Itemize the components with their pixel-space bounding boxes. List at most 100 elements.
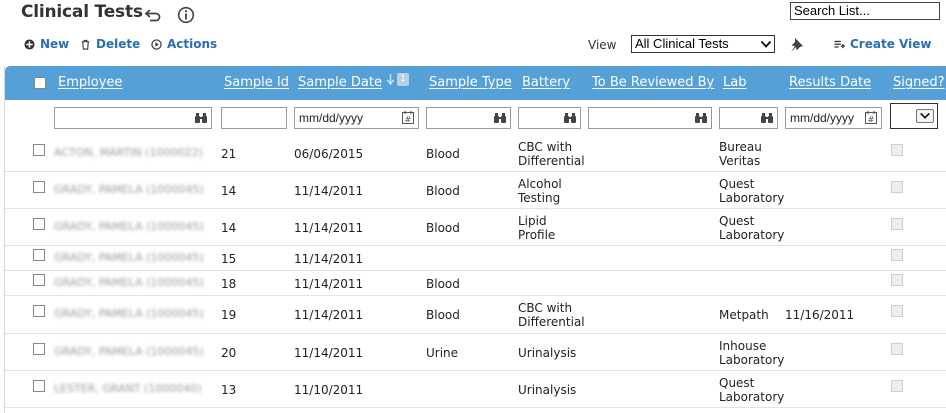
plus-circle-icon xyxy=(24,38,35,50)
battery-cell-line2: Differential xyxy=(518,153,585,168)
signed-checkbox xyxy=(891,342,903,355)
chevron-down-icon xyxy=(760,40,772,48)
dropdown-arrow xyxy=(916,109,934,123)
sort-priority-badge: 1 xyxy=(397,73,409,86)
battery-filter[interactable] xyxy=(518,107,581,129)
binoculars-icon[interactable] xyxy=(760,112,774,124)
filter-row: mm/dd/yyyy # mm/dd/yyyy # xyxy=(5,100,946,135)
sample-date-cell: 11/14/2011 xyxy=(294,251,364,266)
list-add-icon xyxy=(834,40,845,48)
delete-label: Delete xyxy=(96,37,141,51)
row-checkbox[interactable] xyxy=(33,248,45,261)
table-row[interactable]: GRADY, PAMELA (1000045) 15 11/14/2011 xyxy=(5,246,946,271)
employee-name[interactable]: GRADY, PAMELA (1000045) xyxy=(54,276,204,290)
info-icon[interactable] xyxy=(177,6,195,24)
new-button[interactable]: New xyxy=(24,37,69,51)
employee-filter[interactable] xyxy=(54,107,212,129)
page-title: Clinical Tests xyxy=(21,2,143,22)
lab-cell: Metpath xyxy=(719,308,769,322)
signed-checkbox xyxy=(891,143,903,156)
lab-cell: Inhouse xyxy=(719,338,767,353)
sample-type-filter[interactable] xyxy=(426,107,511,129)
create-view-button[interactable]: Create View xyxy=(834,37,931,51)
sample-date-cell: 11/10/2011 xyxy=(294,382,364,397)
row-checkbox[interactable] xyxy=(33,379,45,392)
row-checkbox[interactable] xyxy=(33,342,45,355)
lab-filter[interactable] xyxy=(719,107,778,129)
battery-cell: CBC with xyxy=(518,301,573,315)
employee-name[interactable]: GRADY, PAMELA (1000045) xyxy=(54,183,204,197)
row-checkbox[interactable] xyxy=(33,180,45,193)
sample-type-cell: Urine xyxy=(426,345,459,360)
select-all-checkbox[interactable] xyxy=(34,77,46,89)
table-row[interactable]: ACTON, MARTIN (1000022) 21 06/06/2015 Blood… xyxy=(5,135,946,172)
col-sample-date[interactable]: Sample Date xyxy=(298,75,382,90)
binoculars-icon[interactable] xyxy=(694,112,708,124)
signed-checkbox xyxy=(891,305,903,317)
table-row[interactable]: LESTER, GRANT (1000040) 13 11/10/2011 Urina… xyxy=(5,371,946,408)
sample-date-cell: 11/14/2011 xyxy=(294,345,364,360)
col-employee[interactable]: Employee xyxy=(58,75,122,90)
employee-name[interactable]: GRADY, PAMELA (1000045) xyxy=(54,307,204,321)
sample-date-cell: 11/14/2011 xyxy=(294,183,364,198)
sample-date-cell: 06/06/2015 xyxy=(294,146,364,161)
sample-id-cell: 19 xyxy=(221,308,237,322)
col-battery[interactable]: Battery xyxy=(522,75,570,90)
col-sample-id[interactable]: Sample Id xyxy=(224,75,289,90)
col-lab[interactable]: Lab xyxy=(723,75,746,90)
employee-name[interactable]: GRADY, PAMELA (1000045) xyxy=(54,220,204,234)
col-results-date[interactable]: Results Date xyxy=(789,75,871,90)
row-checkbox[interactable] xyxy=(33,305,45,317)
sample-date-cell: 11/14/2011 xyxy=(294,220,364,235)
delete-button[interactable]: Delete xyxy=(80,37,140,51)
binoculars-icon[interactable] xyxy=(194,112,208,124)
grid-header: Employee Sample Id Sample Date 1 Sample … xyxy=(5,66,946,100)
lab-cell-line2: Veritas xyxy=(719,153,761,168)
row-checkbox[interactable] xyxy=(33,217,45,230)
row-checkbox[interactable] xyxy=(33,273,45,286)
col-signed[interactable]: Signed? xyxy=(893,75,945,90)
clinical-tests-grid: Employee Sample Id Sample Date 1 Sample … xyxy=(4,66,946,413)
table-row[interactable]: GRADY, PAMELA (1000045) 20 11/14/2011 Urine… xyxy=(5,334,946,371)
battery-cell-line2: Profile xyxy=(518,227,556,242)
view-select[interactable]: All Clinical Tests xyxy=(631,35,775,53)
sample-date-cell: 11/14/2011 xyxy=(294,308,364,322)
play-circle-icon xyxy=(151,38,162,50)
battery-cell: Urinalysis xyxy=(518,345,577,360)
reviewer-filter[interactable] xyxy=(588,107,712,129)
employee-name[interactable]: ACTON, MARTIN (1000022) xyxy=(54,146,203,160)
col-sample-type[interactable]: Sample Type xyxy=(429,75,512,90)
calendar-icon[interactable]: # xyxy=(402,111,414,124)
employee-name[interactable]: GRADY, PAMELA (1000045) xyxy=(54,345,204,359)
search-input[interactable]: Search List... xyxy=(790,2,940,20)
signed-filter-select[interactable] xyxy=(890,103,938,129)
table-row[interactable]: GRADY, PAMELA (1000045) 18 11/14/2011 Blood xyxy=(5,271,946,296)
signed-checkbox xyxy=(891,273,903,286)
employee-name[interactable]: GRADY, PAMELA (1000045) xyxy=(54,251,204,265)
sample-id-filter[interactable] xyxy=(221,107,287,129)
sample-id-cell: 14 xyxy=(221,183,237,198)
back-icon[interactable] xyxy=(144,6,162,24)
binoculars-icon[interactable] xyxy=(563,112,577,124)
sample-id-cell: 20 xyxy=(221,345,237,360)
calendar-icon[interactable]: # xyxy=(865,111,877,124)
lab-cell-line2: Laboratory xyxy=(719,227,785,242)
table-row[interactable]: GRADY, PAMELA (1000045) 19 11/14/2011 Blood… xyxy=(5,296,946,334)
svg-text:#: # xyxy=(405,115,412,124)
sample-id-cell: 18 xyxy=(221,276,237,291)
trash-icon xyxy=(81,39,90,50)
lab-cell: Bureau xyxy=(719,139,762,154)
chevron-down-icon xyxy=(920,112,930,119)
sample-id-cell: 13 xyxy=(221,382,237,397)
actions-button[interactable]: Actions xyxy=(151,37,217,51)
clinical-tests-page: Clinical Tests Search List... New Delete… xyxy=(0,0,946,413)
col-to-be-reviewed-by[interactable]: To Be Reviewed By xyxy=(592,75,714,90)
pin-view-icon[interactable] xyxy=(788,36,806,54)
sample-date-filter[interactable]: mm/dd/yyyy # xyxy=(294,107,419,129)
employee-name[interactable]: LESTER, GRANT (1000040) xyxy=(54,382,202,396)
results-date-filter[interactable]: mm/dd/yyyy # xyxy=(785,107,882,129)
table-row[interactable]: GRADY, PAMELA (1000045) 14 11/14/2011 Blood… xyxy=(5,172,946,209)
binoculars-icon[interactable] xyxy=(493,112,507,124)
row-checkbox[interactable] xyxy=(33,143,45,156)
table-row[interactable]: GRADY, PAMELA (1000045) 14 11/14/2011 Blood… xyxy=(5,209,946,246)
